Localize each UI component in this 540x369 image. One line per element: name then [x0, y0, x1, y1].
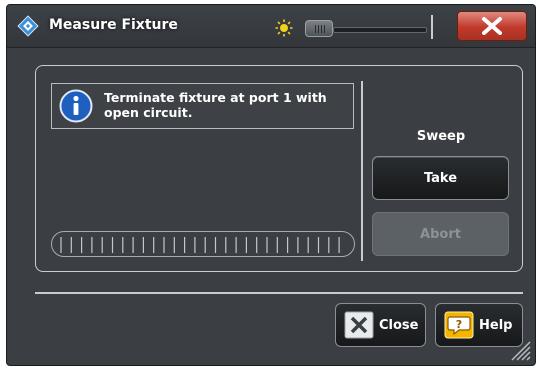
- take-button[interactable]: Take: [372, 156, 509, 200]
- dialog-title: Measure Fixture: [49, 17, 178, 33]
- sun-icon: [275, 19, 293, 37]
- vertical-separator: [361, 81, 363, 261]
- resize-grip-icon[interactable]: [509, 339, 531, 361]
- close-button-label: Close: [379, 317, 419, 333]
- help-button-label: Help: [479, 317, 513, 333]
- close-window-button[interactable]: [457, 11, 527, 41]
- title-bar[interactable]: Measure Fixture: [7, 5, 535, 48]
- title-separator: [431, 15, 433, 39]
- app-icon: [17, 15, 39, 37]
- transparency-slider-track[interactable]: [333, 27, 427, 33]
- message-box: Terminate fixture at port 1 with open ci…: [51, 83, 354, 129]
- abort-button[interactable]: Abort: [372, 212, 509, 256]
- info-icon: [59, 89, 93, 123]
- horizontal-separator: [35, 292, 523, 294]
- close-button[interactable]: Close: [335, 303, 426, 347]
- close-x-icon: [482, 17, 502, 35]
- close-icon: [344, 311, 374, 339]
- progress-bar: [51, 231, 355, 257]
- sweep-label: Sweep: [416, 129, 466, 144]
- help-icon: ?: [444, 311, 474, 339]
- transparency-slider-thumb[interactable]: [305, 20, 333, 37]
- svg-text:?: ?: [456, 318, 462, 331]
- measure-fixture-dialog: Measure Fixture Terminate fixture at por…: [6, 4, 536, 366]
- message-text: Terminate fixture at port 1 with open ci…: [104, 90, 327, 120]
